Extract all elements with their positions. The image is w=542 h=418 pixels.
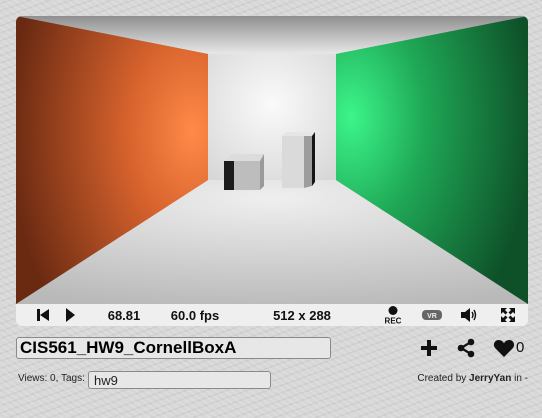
- play-icon: [66, 308, 75, 322]
- fullscreen-icon: [501, 308, 515, 322]
- share-icon: [457, 338, 475, 358]
- tall-box: [282, 132, 315, 188]
- time-display: 68.81: [107, 307, 141, 323]
- like-button[interactable]: [492, 337, 516, 359]
- play-button[interactable]: [62, 304, 78, 326]
- created-suffix: in -: [514, 373, 528, 384]
- volume-icon: [461, 308, 477, 322]
- heart-icon: [493, 340, 515, 357]
- record-button[interactable]: REC: [380, 304, 406, 326]
- created-prefix: Created by: [417, 373, 467, 384]
- tags-input[interactable]: [88, 371, 271, 389]
- short-box: [224, 154, 264, 190]
- rec-label: REC: [385, 317, 402, 326]
- skip-back-icon: [37, 309, 49, 321]
- cornell-box-render: [16, 16, 528, 304]
- fps-display: 60.0 fps: [170, 307, 220, 323]
- plus-icon: [421, 340, 437, 356]
- add-to-playlist-button[interactable]: [418, 337, 440, 359]
- fullscreen-button[interactable]: [498, 304, 518, 326]
- vr-label: VR: [427, 313, 437, 320]
- volume-button[interactable]: [458, 304, 480, 326]
- like-count: 0: [516, 339, 525, 356]
- rewind-button[interactable]: [34, 304, 52, 326]
- shader-title-input[interactable]: [16, 337, 331, 359]
- views-tags-label: Views: 0, Tags:: [18, 373, 85, 384]
- vr-button[interactable]: VR: [419, 304, 445, 326]
- shader-canvas[interactable]: [16, 16, 528, 304]
- author-link[interactable]: JerryYan: [469, 373, 511, 384]
- share-button[interactable]: [455, 337, 477, 359]
- vr-headset-icon: VR: [422, 310, 442, 320]
- resolution-display: 512 x 288: [273, 307, 331, 323]
- created-by: Created by JerryYan in -: [417, 373, 528, 384]
- player-controls: 68.81 60.0 fps 512 x 288 REC VR: [16, 304, 528, 326]
- record-icon: REC: [385, 306, 402, 326]
